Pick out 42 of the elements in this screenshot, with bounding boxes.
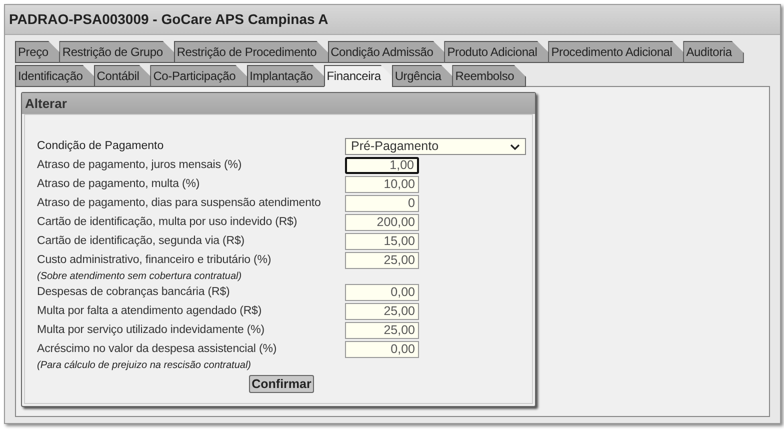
input-field[interactable]: 1,00 [345, 157, 419, 174]
field-label: Custo administrativo, financeiro e tributário (%) [37, 252, 272, 268]
input-field[interactable]: 15,00 [345, 233, 419, 250]
input-field[interactable]: 0 [345, 195, 419, 212]
payment-condition-select[interactable]: Pré-Pagamento [345, 138, 526, 155]
tab[interactable]: Auditoria [683, 41, 744, 63]
field-label: Condição de Pagamento [37, 138, 165, 154]
input-field[interactable]: 25,00 [345, 322, 419, 339]
dialog-title: Alterar [25, 94, 67, 113]
tab[interactable]: Financeira [324, 65, 393, 87]
field-note: (Para cálculo de prejuizo na rescisão contratual) [37, 358, 251, 372]
input-field[interactable]: 0,00 [345, 284, 419, 301]
tab[interactable]: Co-Participação [150, 65, 248, 87]
tab[interactable]: Produto Adicional [444, 41, 550, 63]
input-field[interactable]: 200,00 [345, 214, 419, 231]
field-label: Atraso de pagamento, juros mensais (%) [37, 158, 243, 173]
tab[interactable]: Urgência [392, 65, 454, 87]
chevron-down-icon [510, 144, 520, 150]
tab[interactable]: Reembolso [452, 65, 526, 87]
field-label: Atraso de pagamento, dias para suspensão atendimento [37, 196, 322, 211]
field-label: Acréscimo no valor da despesa assistencial (%) [37, 342, 278, 357]
window-title: PADRAO-PSA003009 - GoCare APS Campinas A [9, 10, 328, 29]
input-field[interactable]: 25,00 [345, 252, 419, 269]
tab[interactable]: Procedimento Adicional [548, 41, 684, 63]
confirm-button[interactable]: Confirmar [248, 375, 314, 393]
tab[interactable]: Preço [15, 41, 60, 63]
tab[interactable]: Implantação [246, 65, 325, 87]
tab[interactable]: Restrição de Grupo [59, 41, 175, 63]
field-label: Multa por falta a atendimento agendado (R$) [37, 304, 263, 319]
input-field[interactable]: 0,00 [345, 341, 419, 358]
tab[interactable]: Identificação [15, 65, 95, 87]
field-note: (Sobre atendimento sem cobertura contratual) [37, 270, 242, 284]
field-label: Multa por serviço utilizado indevidamente (%) [37, 322, 266, 338]
field-label: Despesas de cobranças bancária (R$) [37, 284, 231, 300]
field-label: Atraso de pagamento, multa (%) [37, 176, 201, 192]
input-field[interactable]: 25,00 [345, 303, 419, 320]
field-label: Cartão de identificação, segunda via (R$) [37, 234, 246, 249]
tab[interactable]: Condição Admissão [328, 41, 446, 63]
input-field[interactable]: 10,00 [345, 176, 419, 193]
field-label: Cartão de identificação, multa por uso indevido (R$) [37, 214, 298, 230]
tab[interactable]: Contábil [94, 65, 152, 87]
tab[interactable]: Restrição de Procedimento [174, 41, 329, 63]
